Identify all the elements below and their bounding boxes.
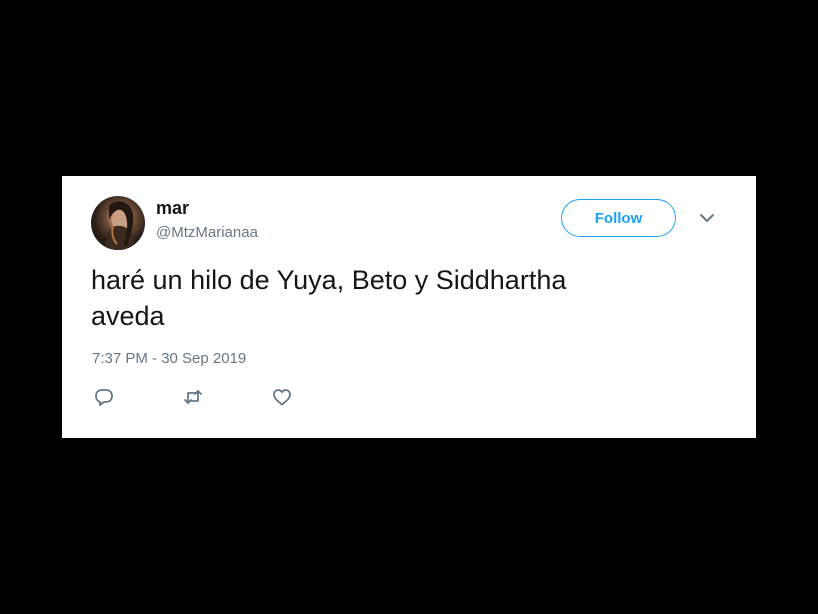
- timestamp[interactable]: 7:37 PM - 30 Sep 2019: [92, 350, 246, 367]
- display-name[interactable]: mar: [156, 198, 189, 219]
- reply-icon[interactable]: [93, 386, 115, 408]
- tweet-text: haré un hilo de Yuya, Beto y Siddhartha …: [91, 262, 711, 334]
- heart-icon[interactable]: [271, 386, 293, 408]
- tweet-text-line: haré un hilo de Yuya, Beto y Siddhartha: [91, 265, 567, 295]
- retweet-icon[interactable]: [182, 386, 204, 408]
- tweet-card: mar @MtzMarianaa Follow haré un hilo de …: [62, 176, 756, 438]
- avatar[interactable]: [91, 196, 145, 250]
- follow-button[interactable]: Follow: [561, 199, 676, 237]
- user-handle[interactable]: @MtzMarianaa: [156, 224, 258, 241]
- chevron-down-icon[interactable]: [697, 210, 717, 226]
- tweet-text-line: aveda: [91, 301, 165, 331]
